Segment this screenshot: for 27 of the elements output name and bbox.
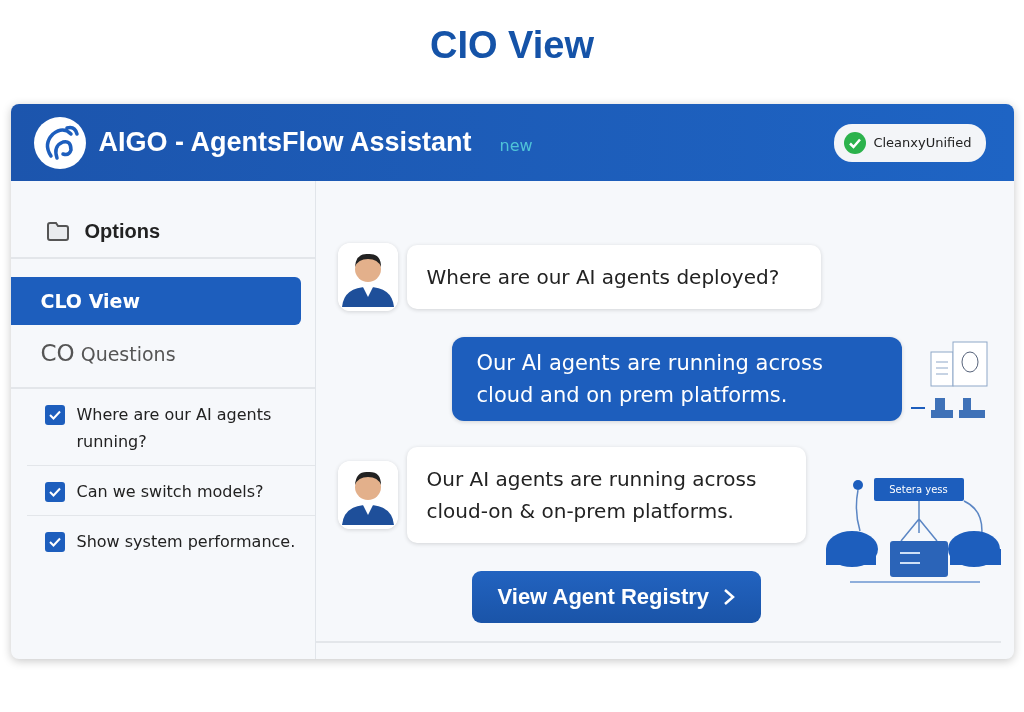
check-icon [48,410,61,420]
avatar [337,243,398,311]
page-title: CIO View [429,23,595,60]
chat-message: Our AI agents are running across cloud and on prem platforms. [451,337,902,421]
diagram-node: Setera yess [873,478,964,501]
logo-icon [32,115,87,170]
avatar [337,461,398,529]
chat-message: Our AI agents are running across cloud-on & on-prem platforms. [406,447,806,543]
checkbox[interactable] [44,482,65,502]
nav-item[interactable]: CO Questions [10,329,301,377]
checkbox[interactable] [44,532,65,552]
app-title: AIGO - AgentsFlow Assistant [98,127,472,158]
check-icon [48,487,61,497]
status-pill: CleanxyUnified [834,123,986,162]
check-circle-icon [844,131,867,154]
check-icon [48,537,61,547]
checkbox-label: Can we switch models? [76,481,264,503]
chevron-right-icon [723,588,735,606]
chat-message: Where are our AI agents deployed? [406,245,821,309]
new-label: new [499,136,533,155]
options-heading: Options [84,219,161,243]
checkbox[interactable] [44,405,65,425]
checkbox-label: Where are our AI agents running? [76,404,273,453]
checkbox-label: Show system performance. [76,531,296,553]
view-registry-button[interactable]: View Agent Registry [471,571,761,623]
folder-icon [46,221,69,241]
nav-item[interactable]: CLO View [10,277,301,325]
